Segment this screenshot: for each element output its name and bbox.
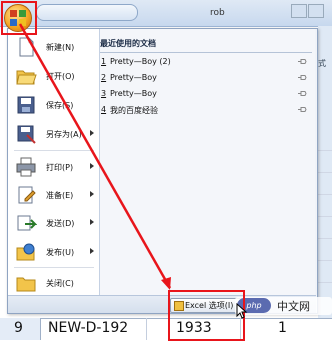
- maximize-button[interactable]: [308, 4, 324, 18]
- window-title-fragment: rob: [210, 8, 225, 18]
- recent-item-number: 2: [101, 73, 107, 82]
- minimize-button[interactable]: [291, 4, 307, 18]
- menu-separator: [14, 150, 94, 151]
- highlight-box-excel-options: [168, 290, 245, 341]
- pin-icon[interactable]: [298, 75, 307, 80]
- menu-item-open[interactable]: 打开(O): [8, 62, 99, 90]
- menu-item-save-as[interactable]: 另存为(A): [8, 120, 99, 148]
- row-number: 9: [14, 320, 23, 336]
- menu-item-label: 准备(E): [46, 191, 74, 200]
- menu-item-print[interactable]: 打印(P): [8, 153, 99, 181]
- recent-item-number: 3: [101, 89, 107, 98]
- save-icon: [17, 96, 35, 114]
- submenu-arrow-icon: [90, 219, 94, 225]
- submenu-arrow-icon: [90, 130, 94, 136]
- mouse-cursor-icon: [236, 303, 248, 319]
- cell-border: [146, 318, 147, 340]
- open-folder-icon: [16, 70, 37, 85]
- menu-item-prepare[interactable]: 准备(E): [8, 181, 99, 209]
- watermark: php 中文网: [235, 297, 332, 315]
- publish-icon: [16, 243, 35, 261]
- recent-item-number: 1: [101, 57, 107, 66]
- ribbon-edge: [318, 26, 332, 326]
- pin-icon[interactable]: [298, 59, 307, 64]
- recent-documents-header: 最近使用的文档: [100, 39, 156, 48]
- recent-item-name: Pretty—Boy (2): [110, 57, 171, 66]
- send-icon: [17, 215, 37, 231]
- submenu-arrow-icon: [90, 248, 94, 254]
- submenu-arrow-icon: [90, 191, 94, 197]
- recent-item-name: Pretty—Boy: [110, 89, 157, 98]
- highlight-box-office-button: [1, 1, 37, 35]
- menu-item-label: 新建(N): [46, 43, 75, 52]
- recent-document-item[interactable]: 3 Pretty—Boy: [100, 86, 312, 102]
- menu-item-label: 保存(S): [46, 101, 74, 110]
- quick-access-toolbar[interactable]: [36, 4, 138, 21]
- menu-item-label: 打印(P): [46, 163, 74, 172]
- recent-item-number: 4: [101, 105, 107, 114]
- recent-document-item[interactable]: 2 Pretty—Boy: [100, 70, 312, 86]
- menu-item-send[interactable]: 发送(D): [8, 209, 99, 237]
- new-document-icon: [19, 37, 34, 57]
- prepare-icon: [18, 186, 36, 204]
- close-folder-icon: [16, 277, 36, 292]
- table-cell[interactable]: NEW-D-192: [48, 320, 128, 336]
- save-as-icon: [17, 125, 36, 144]
- menu-item-label: 另存为(A): [46, 130, 82, 139]
- pin-icon[interactable]: [298, 107, 307, 112]
- submenu-arrow-icon: [90, 163, 94, 169]
- recent-item-name: Pretty—Boy: [110, 73, 157, 82]
- recent-document-item[interactable]: 1 Pretty—Boy (2): [100, 54, 312, 70]
- menu-item-new[interactable]: 新建(N): [8, 33, 99, 61]
- watermark-text: 中文网: [277, 300, 310, 313]
- print-icon: [16, 157, 36, 177]
- ribbon-fragment: 式: [318, 59, 326, 68]
- menu-item-label: 关闭(C): [46, 279, 74, 288]
- menu-item-close[interactable]: 关闭(C): [8, 269, 99, 297]
- menu-item-label: 发送(D): [46, 219, 75, 228]
- table-cell[interactable]: 1: [278, 320, 287, 336]
- menu-item-label: 发布(U): [46, 248, 75, 257]
- recent-documents-divider: [100, 52, 312, 53]
- pin-icon[interactable]: [298, 91, 307, 96]
- recent-item-name: 我的百度经验: [110, 106, 158, 115]
- menu-item-label: 打开(O): [46, 72, 75, 81]
- recent-document-item[interactable]: 4 我的百度经验: [100, 102, 312, 118]
- menu-item-publish[interactable]: 发布(U): [8, 238, 99, 266]
- menu-separator: [14, 267, 94, 268]
- menu-item-save[interactable]: 保存(S): [8, 91, 99, 119]
